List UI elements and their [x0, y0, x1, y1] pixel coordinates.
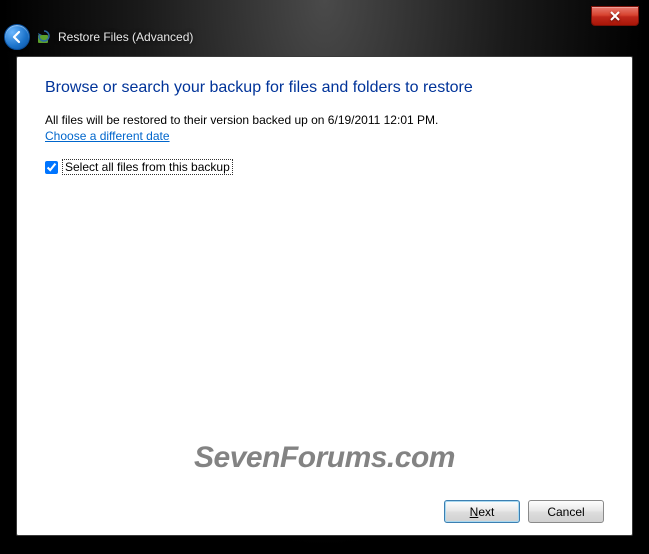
- arrow-left-icon: [10, 30, 24, 44]
- select-all-label[interactable]: Select all files from this backup: [62, 159, 233, 175]
- content-panel: Browse or search your backup for files a…: [16, 56, 633, 536]
- window-frame: Restore Files (Advanced) Browse or searc…: [0, 0, 649, 554]
- next-rest: ext: [478, 505, 494, 519]
- cancel-button[interactable]: Cancel: [528, 500, 604, 523]
- next-button[interactable]: Next: [444, 500, 520, 523]
- nav-row: Restore Files (Advanced): [4, 24, 193, 50]
- description-text: All files will be restored to their vers…: [45, 111, 604, 129]
- close-icon: [610, 11, 620, 21]
- select-all-row: Select all files from this backup: [45, 159, 604, 175]
- window-title: Restore Files (Advanced): [58, 30, 193, 44]
- close-button[interactable]: [591, 6, 639, 26]
- select-all-checkbox[interactable]: [45, 161, 58, 174]
- button-row: Next Cancel: [45, 490, 604, 523]
- choose-date-link[interactable]: Choose a different date: [45, 129, 170, 143]
- page-heading: Browse or search your backup for files a…: [45, 79, 604, 97]
- restore-icon: [36, 29, 52, 45]
- back-button[interactable]: [4, 24, 30, 50]
